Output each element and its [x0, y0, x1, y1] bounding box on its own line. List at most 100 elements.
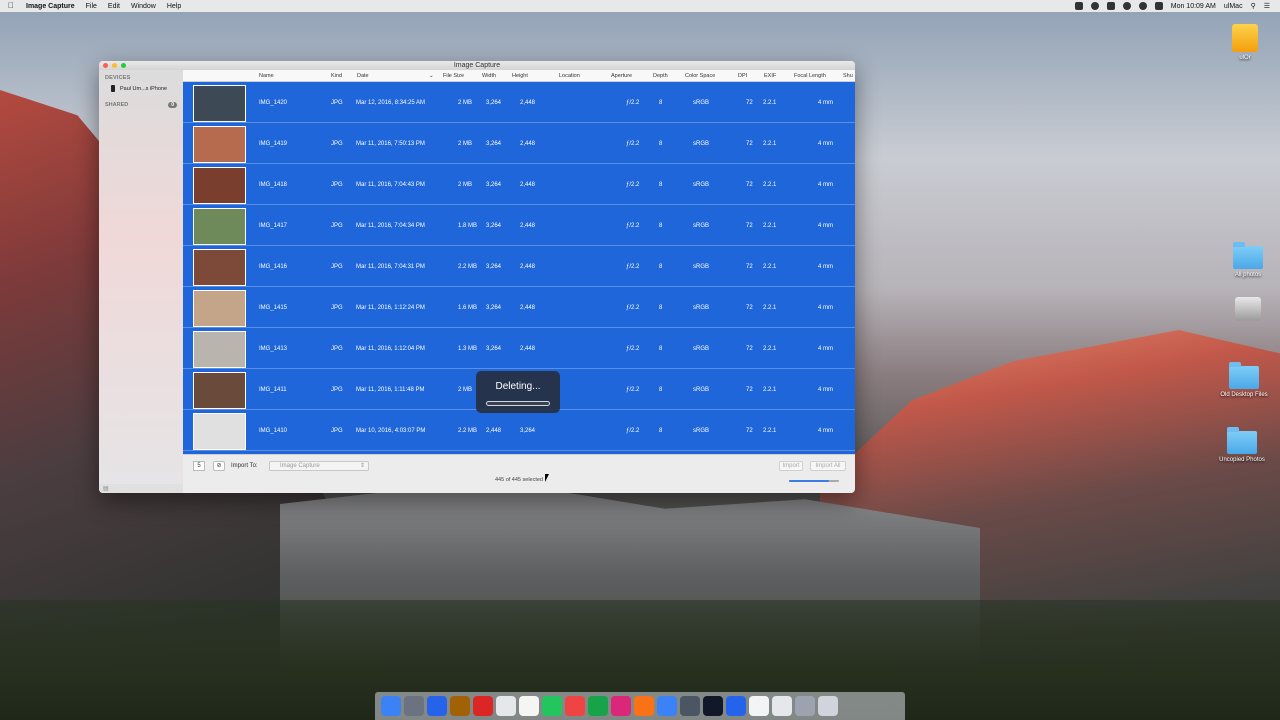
col-color-space[interactable]: Color Space — [685, 73, 715, 79]
dock-app-icon[interactable] — [450, 696, 470, 716]
photo-thumbnail[interactable] — [193, 331, 246, 368]
close-button[interactable] — [103, 63, 108, 68]
sidebar-device-iphone[interactable]: Paul Um...s iPhone — [99, 83, 183, 94]
cell-focal: 4 mm — [818, 141, 833, 147]
desktop-icon-old-desktop-files[interactable]: Old Desktop Files — [1214, 362, 1274, 398]
menubar-user[interactable]: ulMac — [1224, 3, 1243, 10]
cell-width: 3,264 — [486, 100, 502, 106]
photo-thumbnail[interactable] — [193, 249, 246, 286]
menu-window[interactable]: Window — [131, 3, 156, 10]
flag-icon[interactable] — [1154, 2, 1163, 10]
notification-center-icon[interactable]: ☰ — [1264, 2, 1270, 10]
photo-thumbnail[interactable] — [193, 126, 246, 163]
col-location[interactable]: Location — [559, 73, 580, 79]
sidebar-shared[interactable]: SHARED 0 — [99, 94, 183, 108]
window-titlebar[interactable]: Image Capture — [99, 61, 855, 70]
desktop-icon-disk[interactable] — [1218, 297, 1278, 324]
col-file-size[interactable]: File Size — [443, 73, 464, 79]
desktop-icon-all-photos[interactable]: All photos — [1218, 242, 1278, 278]
dock-app-icon[interactable] — [772, 696, 792, 716]
table-row[interactable]: IMG_1418 JPG Mar 11, 2016, 7:04:43 PM 2 MB 3… — [183, 165, 855, 205]
col-name[interactable]: Name — [259, 73, 274, 79]
dock-app-icon[interactable] — [680, 696, 700, 716]
desktop-icon-drive[interactable]: ulOr — [1215, 24, 1275, 61]
dock-app-icon[interactable] — [519, 696, 539, 716]
import-to-select[interactable]: Image Capture ⇕ — [269, 461, 369, 471]
menu-help[interactable]: Help — [167, 3, 181, 10]
cell-color-space: sRGB — [693, 387, 710, 393]
cell-size: 2 MB — [458, 182, 473, 188]
table-row[interactable]: IMG_1419 JPG Mar 11, 2016, 7:50:13 PM 2 MB 3… — [183, 124, 855, 164]
dock — [375, 692, 905, 720]
col-height[interactable]: Height — [512, 73, 528, 79]
dock-app-icon[interactable] — [404, 696, 424, 716]
dock-app-icon[interactable] — [496, 696, 516, 716]
import-button[interactable]: Import — [779, 461, 803, 471]
dock-app-icon[interactable] — [818, 696, 838, 716]
menubar-clock[interactable]: Mon 10:09 AM — [1171, 3, 1216, 10]
cell-exif: 2.2.1 — [763, 346, 777, 352]
menu-edit[interactable]: Edit — [108, 3, 120, 10]
photo-thumbnail[interactable] — [193, 372, 246, 409]
item-count-box[interactable]: 5 — [193, 461, 205, 471]
table-row[interactable]: IMG_1420 JPG Mar 12, 2016, 8:34:25 AM 2 MB 3… — [183, 83, 855, 123]
cell-height: 2,448 — [520, 100, 536, 106]
delete-button[interactable]: ⊘ — [213, 461, 225, 471]
col-exif[interactable]: EXIF — [764, 73, 776, 79]
display-icon[interactable] — [1106, 2, 1115, 10]
cell-depth: 8 — [659, 264, 663, 270]
dock-app-icon[interactable] — [795, 696, 815, 716]
dock-app-icon[interactable] — [657, 696, 677, 716]
col-focal-length[interactable]: Focal Length — [794, 73, 826, 79]
dock-app-icon[interactable] — [588, 696, 608, 716]
spotlight-icon[interactable]: ⚲ — [1251, 2, 1256, 10]
menu-app-name[interactable]: Image Capture — [26, 3, 75, 10]
photo-thumbnail[interactable] — [193, 413, 246, 450]
record-icon[interactable] — [1090, 2, 1099, 10]
photo-thumbnail[interactable] — [193, 85, 246, 122]
dropbox-icon[interactable] — [1074, 2, 1083, 10]
dock-app-icon[interactable] — [611, 696, 631, 716]
col-aperture[interactable]: Aperture — [611, 73, 632, 79]
col-kind[interactable]: Kind — [331, 73, 342, 79]
dock-app-icon[interactable] — [565, 696, 585, 716]
table-row[interactable]: IMG_1416 JPG Mar 11, 2016, 7:04:31 PM 2.2 M… — [183, 247, 855, 287]
minimize-button[interactable] — [112, 63, 117, 68]
thumbnail-size-slider[interactable] — [789, 480, 839, 482]
sidebar-toggle-icon[interactable]: ▤ — [103, 485, 109, 492]
dock-app-icon[interactable] — [726, 696, 746, 716]
zoom-button[interactable] — [121, 63, 126, 68]
dock-app-icon[interactable] — [703, 696, 723, 716]
cell-size: 1.6 MB — [458, 305, 478, 311]
dock-app-icon[interactable] — [749, 696, 769, 716]
col-date[interactable]: Date — [357, 73, 369, 79]
desktop-icon-uncopied-photos[interactable]: Uncopied Photos — [1212, 427, 1272, 463]
table-row[interactable]: IMG_1417 JPG Mar 11, 2016, 7:04:34 PM 1.8 M… — [183, 206, 855, 246]
cell-size: 2.2 MB — [458, 264, 478, 270]
dock-app-icon[interactable] — [473, 696, 493, 716]
cell-focal: 4 mm — [818, 264, 833, 270]
dock-app-icon[interactable] — [542, 696, 562, 716]
table-row[interactable]: IMG_1410 JPG Mar 10, 2016, 4:03:07 PM 2.2 M… — [183, 411, 855, 451]
dock-app-icon[interactable] — [427, 696, 447, 716]
cell-depth: 8 — [659, 387, 663, 393]
cell-color-space: sRGB — [693, 182, 710, 188]
photo-thumbnail[interactable] — [193, 167, 246, 204]
list-header: Name Kind Date ⌄ File Size Width Height … — [183, 70, 855, 82]
table-row[interactable]: IMG_1413 JPG Mar 11, 2016, 1:12:04 PM 1.3 M… — [183, 329, 855, 369]
menu-file[interactable]: File — [86, 3, 97, 10]
photo-thumbnail[interactable] — [193, 290, 246, 327]
dock-app-icon[interactable] — [634, 696, 654, 716]
cell-date: Mar 12, 2016, 8:34:25 AM — [356, 100, 426, 106]
col-dpi[interactable]: DPI — [738, 73, 747, 79]
table-row[interactable]: IMG_1415 JPG Mar 11, 2016, 1:12:24 PM 1.6 M… — [183, 288, 855, 328]
time-machine-icon[interactable] — [1122, 2, 1131, 10]
col-width[interactable]: Width — [482, 73, 496, 79]
apple-icon[interactable]:  — [8, 1, 18, 11]
col-depth[interactable]: Depth — [653, 73, 668, 79]
import-all-button[interactable]: Import All — [810, 461, 846, 471]
col-shutter[interactable]: Shu — [843, 73, 853, 79]
wifi-icon[interactable] — [1138, 2, 1147, 10]
photo-thumbnail[interactable] — [193, 208, 246, 245]
dock-app-icon[interactable] — [381, 696, 401, 716]
